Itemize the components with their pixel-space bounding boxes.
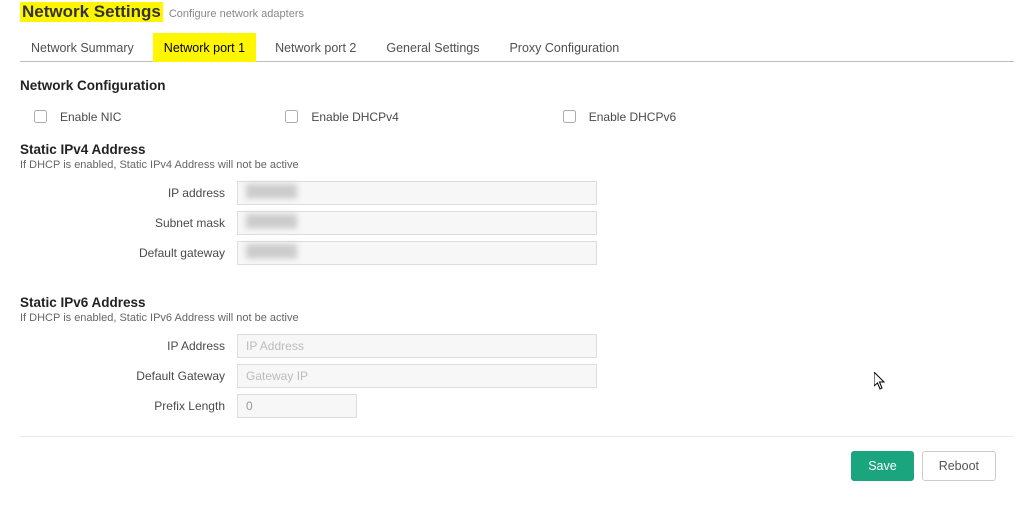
enable-nic-option[interactable]: Enable NIC [30,107,121,126]
section-network-configuration-title: Network Configuration [20,78,1014,93]
section-ipv6-hint: If DHCP is enabled, Static IPv6 Address … [20,312,1014,324]
ipv6-ip-input[interactable] [237,334,597,358]
footer-bar: Save Reboot [20,436,1014,489]
enable-dhcpv4-option[interactable]: Enable DHCPv4 [281,107,398,126]
reboot-button[interactable]: Reboot [922,451,996,481]
ipv6-ip-label: IP Address [20,339,237,353]
enable-dhcpv4-checkbox[interactable] [285,110,298,123]
ipv4-gateway-input[interactable]: ██████ [237,241,597,265]
network-configuration-checks: Enable NIC Enable DHCPv4 Enable DHCPv6 [30,107,1014,126]
ipv6-gateway-input[interactable] [237,364,597,388]
ipv6-prefix-input[interactable] [237,394,357,418]
ipv4-mask-input[interactable]: ██████ [237,211,597,235]
tab-proxy-configuration[interactable]: Proxy Configuration [498,33,630,62]
enable-nic-checkbox[interactable] [34,110,47,123]
section-ipv4-hint: If DHCP is enabled, Static IPv4 Address … [20,159,1014,171]
tab-network-port-2[interactable]: Network port 2 [264,33,367,62]
ipv4-gateway-label: Default gateway [20,246,237,260]
enable-dhcpv6-option[interactable]: Enable DHCPv6 [559,107,676,126]
tab-network-port-1[interactable]: Network port 1 [153,33,256,62]
enable-dhcpv6-checkbox[interactable] [563,110,576,123]
ipv4-ip-label: IP address [20,186,237,200]
ipv6-gateway-label: Default Gateway [20,369,237,383]
ipv6-prefix-label: Prefix Length [20,399,237,413]
page-title: Network Settings [20,2,163,22]
ipv4-mask-label: Subnet mask [20,216,237,230]
enable-dhcpv6-label: Enable DHCPv6 [589,110,676,124]
tab-network-summary[interactable]: Network Summary [20,33,145,62]
page-header: Network Settings Configure network adapt… [20,0,1014,22]
enable-dhcpv4-label: Enable DHCPv4 [311,110,398,124]
save-button[interactable]: Save [851,451,914,481]
section-ipv6-title: Static IPv6 Address [20,295,1014,310]
tabs-bar: Network Summary Network port 1 Network p… [20,32,1014,62]
page-subtitle: Configure network adapters [169,8,304,20]
enable-nic-label: Enable NIC [60,110,121,124]
ipv4-ip-input[interactable]: ██████ [237,181,597,205]
tab-general-settings[interactable]: General Settings [375,33,490,62]
section-ipv4-title: Static IPv4 Address [20,142,1014,157]
